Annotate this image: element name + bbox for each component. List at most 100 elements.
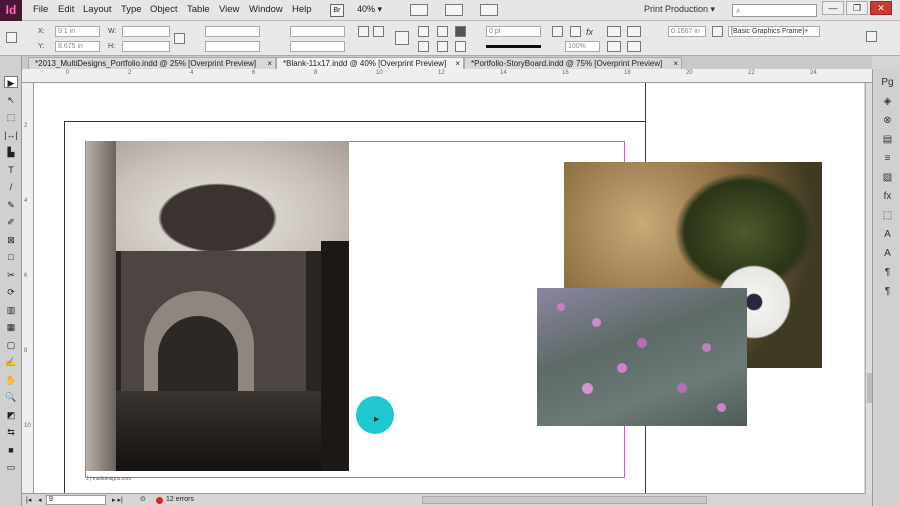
tool-8-icon[interactable]: ✐ (4, 216, 18, 228)
tool-17-icon[interactable]: ✋ (4, 374, 18, 386)
effects-icon[interactable] (570, 26, 581, 37)
lavender-photo[interactable] (537, 288, 747, 426)
reference-point-icon[interactable] (6, 32, 17, 43)
search-input[interactable]: ⌕ (732, 4, 817, 17)
menu-file[interactable]: File (33, 4, 48, 15)
panel-6-icon[interactable]: fx (881, 191, 894, 202)
constrain-proportions-icon[interactable] (174, 33, 185, 44)
menu-view[interactable]: View (219, 4, 239, 15)
w-field[interactable] (122, 26, 170, 37)
tool-10-icon[interactable]: □ (4, 251, 18, 263)
scale-x-field[interactable] (205, 26, 260, 37)
stroke-weight-field[interactable]: 0 pt (486, 26, 541, 37)
menu-table[interactable]: Table (187, 4, 210, 15)
tool-21-icon[interactable]: ■ (4, 444, 18, 456)
workspace-switcher[interactable]: Print Production ▾ (644, 4, 715, 15)
tab-close-icon[interactable]: × (673, 58, 678, 69)
drop-shadow-icon[interactable] (552, 26, 563, 37)
opacity-field[interactable]: 100% (565, 41, 600, 52)
tool-14-icon[interactable]: ▦ (4, 321, 18, 333)
fill-swatch-icon[interactable] (455, 26, 466, 37)
panel-11-icon[interactable]: ¶ (881, 286, 894, 297)
first-page-icon[interactable]: |◂ (26, 496, 31, 504)
tool-6-icon[interactable]: / (4, 181, 18, 193)
arch-photo[interactable] (86, 141, 349, 471)
corner-size-field[interactable]: 0.1667 in (668, 26, 706, 37)
tool-16-icon[interactable]: ✍ (4, 356, 18, 368)
vertical-scrollbar[interactable] (865, 83, 872, 493)
tool-15-icon[interactable]: ▢ (4, 339, 18, 351)
next-page-icon[interactable]: ▸ ▸| (112, 496, 123, 504)
rotate-cw-icon[interactable] (358, 26, 369, 37)
stroke-type-select[interactable] (486, 45, 541, 48)
menu-window[interactable]: Window (249, 4, 283, 15)
select-container-icon[interactable] (418, 26, 429, 37)
type-on-path-icon[interactable] (395, 31, 409, 45)
panel-5-icon[interactable]: ▧ (881, 172, 894, 183)
tool-12-icon[interactable]: ⟳ (4, 286, 18, 298)
h-field[interactable] (122, 41, 170, 52)
menu-help[interactable]: Help (292, 4, 312, 15)
tool-3-icon[interactable]: |↔| (4, 129, 18, 141)
tool-11-icon[interactable]: ✂ (4, 269, 18, 281)
tool-22-icon[interactable]: ▭ (4, 461, 18, 473)
screen-mode-icon[interactable] (445, 4, 463, 16)
tab-portfolio[interactable]: *2013_MultiDesigns_Portfolio.indd @ 25% … (28, 57, 276, 69)
tab-storyboard[interactable]: *Portfolio-StoryBoard.indd @ 75% [Overpr… (464, 57, 682, 69)
fit-content-icon[interactable] (607, 41, 621, 52)
page-number-field[interactable]: 9 (46, 495, 106, 505)
panel-8-icon[interactable]: A (881, 229, 894, 240)
zoom-select[interactable]: 40% ▾ (357, 4, 393, 17)
shear-field[interactable] (290, 41, 345, 52)
tool-5-icon[interactable]: T (4, 164, 18, 176)
tool-7-icon[interactable]: ✎ (4, 199, 18, 211)
vertical-ruler[interactable]: 2 4 6 8 10 (22, 83, 34, 493)
rotate-ccw-icon[interactable] (373, 26, 384, 37)
y-field[interactable]: 8.675 in (55, 41, 100, 52)
tool-2-icon[interactable]: ⬚ (4, 111, 18, 123)
arrange-documents-icon[interactable] (480, 4, 498, 16)
frame-style-icon[interactable] (712, 26, 723, 37)
stroke-swatch-icon[interactable] (455, 41, 466, 52)
select-content-icon[interactable] (418, 41, 429, 52)
panel-7-icon[interactable]: ⬚ (881, 210, 894, 221)
document-canvas[interactable]: J | multidesigns.com ▸ (34, 83, 864, 493)
panel-4-icon[interactable]: ≡ (881, 153, 894, 164)
panel-0-icon[interactable]: Pg (881, 77, 894, 88)
panel-1-icon[interactable]: ◈ (881, 96, 894, 107)
menu-layout[interactable]: Layout (83, 4, 112, 15)
panel-3-icon[interactable]: ▤ (881, 134, 894, 145)
tool-19-icon[interactable]: ◩ (4, 409, 18, 421)
tool-13-icon[interactable]: ▥ (4, 304, 18, 316)
tool-20-icon[interactable]: ⇆ (4, 426, 18, 438)
preflight-status[interactable]: 12 errors (166, 496, 194, 503)
scale-y-field[interactable] (205, 41, 260, 52)
bridge-button[interactable]: Br (330, 4, 344, 17)
tool-18-icon[interactable]: 🔍 (4, 391, 18, 403)
menu-edit[interactable]: Edit (58, 4, 74, 15)
tab-close-icon[interactable]: × (267, 58, 272, 69)
select-next-icon[interactable] (437, 41, 448, 52)
close-button[interactable]: ✕ (870, 1, 892, 15)
menu-object[interactable]: Object (150, 4, 177, 15)
restore-button[interactable]: ❐ (846, 1, 868, 15)
tool-9-icon[interactable]: ⊠ (4, 234, 18, 246)
object-style-select[interactable]: [Basic Graphics Frame]+ (728, 26, 820, 37)
panel-10-icon[interactable]: ¶ (881, 267, 894, 278)
center-content-icon[interactable] (627, 41, 641, 52)
minimize-button[interactable]: — (822, 1, 844, 15)
horizontal-scrollbar[interactable] (422, 496, 707, 504)
panel-9-icon[interactable]: A (881, 248, 894, 259)
tab-close-icon[interactable]: × (455, 58, 460, 69)
tab-blank[interactable]: *Blank-11x17.indd @ 40% [Overprint Previ… (276, 57, 464, 69)
fitting-icon[interactable] (607, 26, 621, 37)
tool-4-icon[interactable]: ▙ (4, 146, 18, 158)
panel-2-icon[interactable]: ⊗ (881, 115, 894, 126)
tool-1-icon[interactable]: ↖ (4, 94, 18, 106)
lightning-icon[interactable] (866, 31, 877, 42)
select-previous-icon[interactable] (437, 26, 448, 37)
view-options-icon[interactable] (410, 4, 428, 16)
tool-0-icon[interactable]: ▶ (4, 76, 18, 88)
horizontal-ruler[interactable]: 0 2 4 6 8 10 12 14 16 18 20 22 24 (22, 69, 872, 83)
prev-page-icon[interactable]: ◂ (38, 496, 42, 504)
